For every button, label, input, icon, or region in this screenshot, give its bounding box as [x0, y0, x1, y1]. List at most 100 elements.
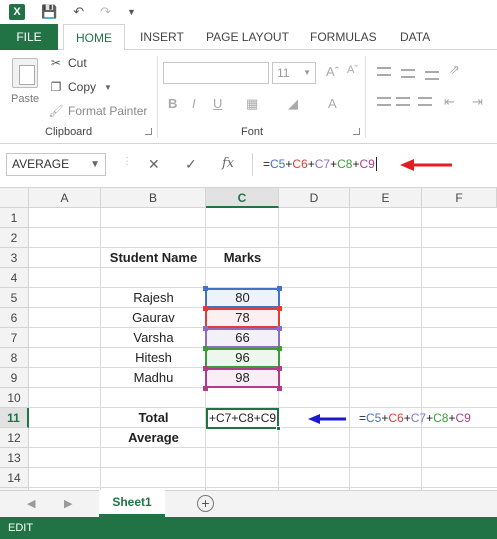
tab-formulas[interactable]: FORMULAS [310, 24, 377, 50]
column-header-d[interactable]: D [279, 188, 350, 208]
row-header[interactable]: 6 [0, 308, 29, 328]
marks-cell[interactable]: 66 [206, 328, 279, 348]
align-top-icon[interactable] [377, 67, 391, 76]
column-header-c[interactable]: C [206, 188, 279, 208]
formula-part: C7 [314, 157, 331, 171]
add-sheet-icon[interactable]: + [197, 495, 214, 512]
increase-indent-icon[interactable]: ⇥ [472, 94, 483, 110]
gridline [29, 227, 497, 228]
tab-home[interactable]: HOME [63, 24, 125, 51]
insert-function-icon[interactable]: fx [222, 156, 234, 171]
student-name-header[interactable]: Student Name [101, 248, 206, 268]
save-icon[interactable]: 💾 [41, 4, 57, 20]
align-center-icon[interactable] [396, 97, 410, 106]
font-size-box[interactable]: 11 ▼ [272, 62, 316, 84]
row-header[interactable]: 14 [0, 468, 29, 488]
copy-dropdown-icon[interactable]: ▼ [104, 83, 112, 92]
paste-icon[interactable] [12, 58, 38, 88]
font-size-dropdown-icon[interactable]: ▼ [303, 63, 311, 83]
cancel-icon[interactable]: ✕ [148, 156, 160, 173]
row-header[interactable]: 9 [0, 368, 29, 388]
sheet-tab-sheet1[interactable]: Sheet1 [99, 490, 165, 517]
font-launcher-icon[interactable] [353, 128, 360, 135]
formula-annotation: =C5+C6+C7+C8+C9 [359, 408, 497, 428]
student-name-cell[interactable]: Gaurav [101, 308, 206, 328]
undo-icon[interactable]: ↶ [73, 4, 84, 20]
active-cell-formula: +C7+C8+C9 [209, 411, 277, 425]
font-name-box[interactable] [163, 62, 269, 84]
row-header[interactable]: 13 [0, 448, 29, 468]
active-cell-c11[interactable]: +C7+C8+C9 [206, 408, 279, 429]
enter-check-icon[interactable]: ✓ [185, 156, 197, 173]
bold-icon[interactable]: B [168, 96, 177, 111]
sheet-tab-bar: ◀ ▶ Sheet1 + [0, 490, 497, 517]
worksheet-grid[interactable]: A B C D E F 1 2 3 4 5 6 7 8 9 10 11 12 1… [0, 188, 497, 490]
borders-icon[interactable]: ▦ [246, 96, 258, 112]
tab-insert[interactable]: INSERT [140, 24, 184, 50]
column-header-e[interactable]: E [350, 188, 422, 208]
name-box[interactable]: AVERAGE ▼ [6, 153, 106, 176]
annotation-part: C8 [433, 411, 449, 425]
row-header[interactable]: 7 [0, 328, 29, 348]
marks-cell[interactable]: 78 [206, 308, 279, 328]
student-name-cell[interactable]: Varsha [101, 328, 206, 348]
align-bottom-icon[interactable] [425, 71, 439, 80]
column-header-a[interactable]: A [29, 188, 101, 208]
orientation-icon[interactable]: ⇗ [449, 62, 460, 78]
student-name-cell[interactable]: Madhu [101, 368, 206, 388]
formula-input[interactable]: =C5+C6+C7+C8+C9 [252, 153, 494, 176]
formula-bar-grip-icon: ⋮ [122, 156, 132, 167]
ribbon-divider [365, 56, 366, 138]
row-header[interactable]: 2 [0, 228, 29, 248]
font-color-icon[interactable]: A [328, 96, 337, 111]
marks-cell[interactable]: 80 [206, 288, 279, 308]
align-left-icon[interactable] [377, 97, 391, 106]
decrease-indent-icon[interactable]: ⇤ [444, 94, 455, 110]
row-header[interactable]: 5 [0, 288, 29, 308]
row-header[interactable]: 11 [0, 408, 29, 428]
redo-icon[interactable]: ↷ [100, 4, 111, 20]
cut-button[interactable]: ✂ Cut [48, 56, 87, 70]
tab-file[interactable]: FILE [0, 24, 58, 50]
column-header-b[interactable]: B [101, 188, 206, 208]
row-header[interactable]: 12 [0, 428, 29, 448]
tab-page-layout[interactable]: PAGE LAYOUT [206, 24, 289, 50]
paste-button[interactable]: Paste [11, 93, 39, 105]
marks-cell[interactable]: 96 [206, 348, 279, 368]
name-box-dropdown-icon[interactable]: ▼ [90, 154, 100, 175]
row-header[interactable]: 4 [0, 268, 29, 288]
text-cursor [375, 157, 381, 171]
average-label-cell[interactable]: Average [101, 428, 206, 448]
formula-bar: AVERAGE ▼ ⋮ ✕ ✓ fx =C5+C6+C7+C8+C9 [0, 144, 497, 188]
row-header[interactable]: 8 [0, 348, 29, 368]
scroll-right-icon[interactable]: ▶ [64, 497, 72, 510]
scroll-left-icon[interactable]: ◀ [27, 497, 35, 510]
shrink-font-icon[interactable]: Aˇ [347, 64, 358, 76]
row-header[interactable]: 10 [0, 388, 29, 408]
student-name-cell[interactable]: Rajesh [101, 288, 206, 308]
align-right-icon[interactable] [418, 97, 432, 106]
marks-cell[interactable]: 98 [206, 368, 279, 388]
blue-arrow-icon [308, 414, 346, 424]
row-header[interactable]: 1 [0, 208, 29, 228]
column-header-f[interactable]: F [422, 188, 497, 208]
tab-data[interactable]: DATA [400, 24, 430, 50]
select-all-corner[interactable] [0, 188, 29, 208]
gridline [29, 467, 497, 468]
fill-color-icon[interactable]: ◢ [288, 96, 298, 112]
format-painter-button[interactable]: 🖌 Format Painter [48, 104, 147, 118]
copy-button[interactable]: ❐ Copy ▼ [48, 80, 112, 94]
align-middle-icon[interactable] [401, 69, 415, 78]
italic-icon[interactable]: I [192, 96, 196, 111]
customize-toolbar-icon[interactable]: ▼ [127, 7, 136, 17]
underline-icon[interactable]: U [213, 96, 222, 111]
fill-handle[interactable] [276, 426, 281, 431]
clipboard-launcher-icon[interactable] [145, 128, 152, 135]
row-header[interactable]: 3 [0, 248, 29, 268]
formula-part: C5 [270, 157, 286, 171]
name-box-value: AVERAGE [12, 157, 70, 171]
marks-header[interactable]: Marks [206, 248, 279, 268]
grow-font-icon[interactable]: Aˆ [326, 64, 339, 79]
total-label-cell[interactable]: Total [101, 408, 206, 428]
student-name-cell[interactable]: Hitesh [101, 348, 206, 368]
